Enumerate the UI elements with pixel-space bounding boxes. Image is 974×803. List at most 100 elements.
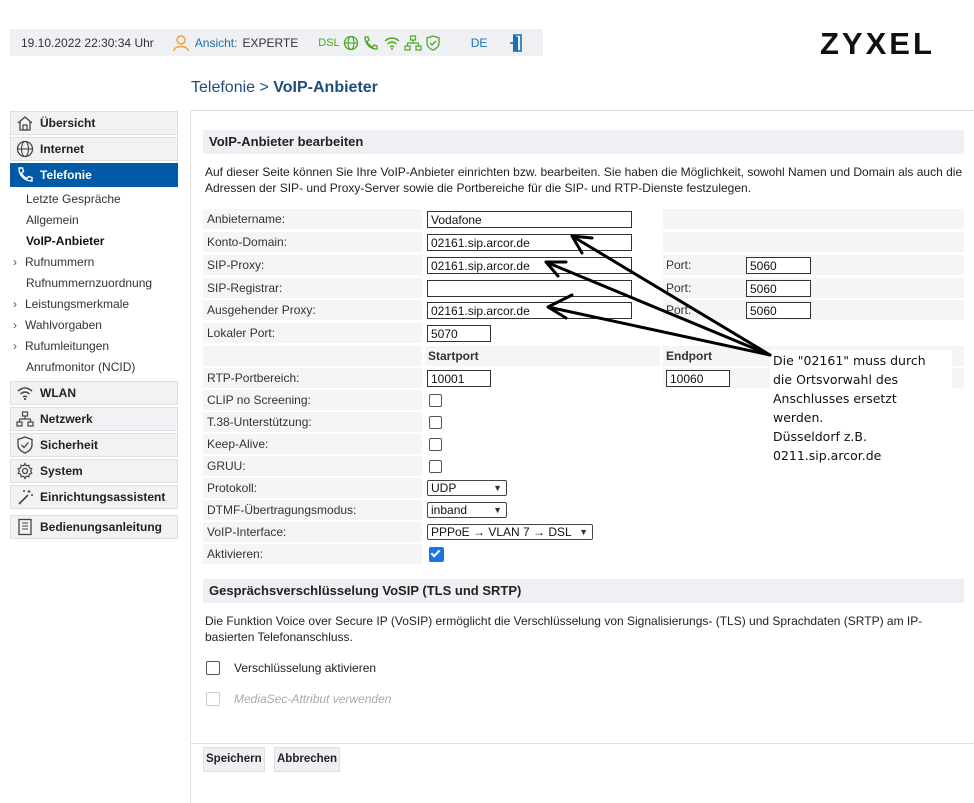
rtp-end-input[interactable]: 10060 (666, 370, 730, 387)
status-bar: 19.10.2022 22:30:34 Uhr Ansicht: EXPERTE… (10, 29, 543, 56)
sidebar-item-system[interactable]: System (10, 459, 178, 483)
sip-proxy-port-input[interactable]: 5060 (746, 257, 811, 274)
form-row-konto-domain: Konto-Domain: 02161.sip.arcor.de (203, 232, 964, 252)
chevron-right-icon: › (13, 339, 17, 353)
section-title-vosip: Gesprächsverschlüsselung VoSIP (TLS und … (203, 579, 964, 603)
sidebar-item-uebersicht[interactable]: Übersicht (10, 111, 178, 135)
chevron-down-icon: ▼ (493, 483, 502, 493)
gear-icon (15, 462, 35, 480)
sip-registrar-input[interactable] (427, 280, 632, 297)
chevron-down-icon: ▼ (493, 505, 502, 515)
sip-registrar-port-label: Port: (666, 281, 692, 295)
sidebar-subitem-allgemein[interactable]: Allgemein (10, 210, 178, 231)
sidebar-item-label: Bedienungsanleitung (40, 520, 163, 534)
sidebar-item-telefonie[interactable]: Telefonie (10, 163, 178, 187)
interface-label: VoIP-Interface: (203, 522, 422, 542)
dtmf-value: inband (431, 503, 468, 517)
encrypt-label: Verschlüsselung aktivieren (234, 661, 377, 675)
globe-icon (15, 140, 35, 158)
encrypt-option[interactable]: Verschlüsselung aktivieren (206, 661, 376, 675)
sidebar-subitem-label: Rufnummern (25, 255, 95, 269)
form-row-aktivieren: Aktivieren: (203, 544, 964, 564)
anbietername-input[interactable]: Vodafone (427, 211, 632, 228)
dtmf-label: DTMF-Übertragungsmodus: (203, 500, 422, 520)
view-mode[interactable]: Ansicht: EXPERTE (172, 34, 298, 52)
content-left-divider (190, 110, 191, 803)
mediasec-label: MediaSec-Attribut verwenden (234, 692, 392, 706)
sidebar-subitem-rufnummern[interactable]: › Rufnummern (10, 252, 178, 273)
rtp-start-input[interactable]: 10001 (427, 370, 491, 387)
breadcrumb-separator: > (259, 79, 269, 96)
sidebar: Übersicht Internet Telefonie Letzte Gesp… (10, 111, 178, 541)
note-line: werden. (773, 410, 824, 425)
cancel-button[interactable]: Abbrechen (274, 747, 341, 772)
outbound-proxy-label: Ausgehender Proxy: (203, 300, 422, 320)
sidebar-subitem-leistungsmerkmale[interactable]: › Leistungsmerkmale (10, 294, 178, 315)
sidebar-item-label: Einrichtungsassistent (40, 490, 166, 504)
page-title: VoIP-Anbieter (273, 79, 378, 96)
sidebar-item-netzwerk[interactable]: Netzwerk (10, 407, 178, 431)
sidebar-subitem-rufumleitungen[interactable]: › Rufumleitungen (10, 336, 178, 357)
sidebar-subitem-wahlvorgaben[interactable]: › Wahlvorgaben (10, 315, 178, 336)
zyxel-logo: ZYXEL (820, 26, 935, 61)
sidebar-subitem-voip-anbieter[interactable]: VoIP-Anbieter (10, 231, 178, 252)
form-row-sip-proxy: SIP-Proxy: 02161.sip.arcor.de Port: 5060 (203, 255, 964, 275)
outbound-proxy-port-label: Port: (666, 303, 692, 317)
interface-select[interactable]: PPPoE → VLAN 7 → DSL ▼ (427, 524, 593, 540)
konto-domain-label: Konto-Domain: (203, 232, 422, 252)
outbound-proxy-port-input[interactable]: 5060 (746, 302, 811, 319)
book-icon (15, 518, 35, 536)
konto-domain-input[interactable]: 02161.sip.arcor.de (427, 234, 632, 251)
shield-status-icon (426, 34, 440, 51)
mediasec-checkbox (206, 692, 220, 706)
sidebar-item-label: Sicherheit (40, 438, 99, 452)
lokaler-port-input[interactable]: 5070 (427, 325, 491, 342)
t38-label: T.38-Unterstützung: (203, 412, 422, 432)
sidebar-item-bedienungsanleitung[interactable]: Bedienungsanleitung (10, 515, 178, 539)
sidebar-item-label: Internet (40, 142, 85, 156)
connection-status: DSL (318, 34, 440, 51)
note-line: Düsseldorf z.B. (773, 429, 867, 444)
save-button[interactable]: Speichern (203, 747, 265, 772)
protokoll-label: Protokoll: (203, 478, 422, 498)
sidebar-subitem-letzte-gespraeche[interactable]: Letzte Gespräche (10, 189, 178, 210)
sidebar-item-wlan[interactable]: WLAN (10, 381, 178, 405)
protokoll-select[interactable]: UDP ▼ (427, 480, 507, 496)
logout-button[interactable] (509, 33, 525, 53)
interface-value: PPPoE → VLAN 7 → DSL (431, 525, 572, 539)
sidebar-item-internet[interactable]: Internet (10, 137, 178, 161)
sidebar-item-label: System (40, 464, 83, 478)
sidebar-item-label: Telefonie (40, 168, 92, 182)
breadcrumb-parent[interactable]: Telefonie (191, 79, 255, 96)
phone-icon (15, 166, 35, 184)
clip-checkbox[interactable] (429, 394, 442, 407)
network-status-icon (404, 34, 422, 51)
clip-label: CLIP no Screening: (203, 390, 422, 410)
sidebar-subitem-label: Wahlvorgaben (25, 318, 102, 332)
annotation-note: Die "02161" muss durch die Ortsvorwahl d… (770, 350, 952, 542)
sip-registrar-port-input[interactable]: 5060 (746, 280, 811, 297)
section-description-voip: Auf dieser Seite können Sie Ihre VoIP-An… (205, 165, 963, 195)
sidebar-subitem-label: Rufumleitungen (25, 339, 110, 353)
note-line: Die "02161" muss durch (773, 353, 926, 368)
sidebar-item-label: WLAN (40, 386, 76, 400)
user-icon (173, 34, 189, 51)
sidebar-subitem-rufnummernzuordnung[interactable]: Rufnummernzuordnung (10, 273, 178, 294)
globe-status-icon (343, 35, 358, 50)
gruu-checkbox[interactable] (429, 460, 442, 473)
wifi-status-icon (384, 36, 400, 50)
t38-checkbox[interactable] (429, 416, 442, 429)
sidebar-item-einrichtungsassistent[interactable]: Einrichtungsassistent (10, 485, 178, 509)
outbound-proxy-input[interactable]: 02161.sip.arcor.de (427, 302, 632, 319)
sidebar-item-label: Netzwerk (40, 412, 93, 426)
language-selector[interactable]: DE (471, 36, 488, 50)
sidebar-item-sicherheit[interactable]: Sicherheit (10, 433, 178, 457)
sidebar-subitem-anrufmonitor[interactable]: Anrufmonitor (NCID) (10, 357, 178, 378)
section-title-voip: VoIP-Anbieter bearbeiten (203, 130, 964, 154)
sip-proxy-label: SIP-Proxy: (203, 255, 422, 275)
encrypt-checkbox[interactable] (206, 661, 220, 675)
sip-proxy-input[interactable]: 02161.sip.arcor.de (427, 257, 632, 274)
dtmf-select[interactable]: inband ▼ (427, 502, 507, 518)
aktivieren-checkbox[interactable] (429, 547, 444, 562)
keepalive-checkbox[interactable] (429, 438, 442, 451)
